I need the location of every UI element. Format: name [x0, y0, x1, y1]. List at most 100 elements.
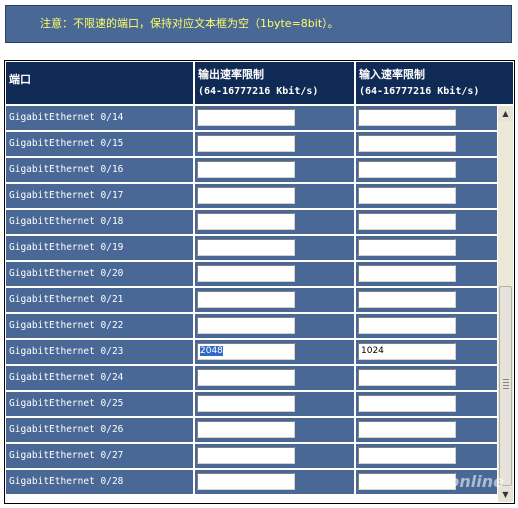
- table-row: GigabitEthernet 0/18: [6, 210, 497, 234]
- grip-line: [503, 379, 509, 380]
- table-row: GigabitEthernet 0/24: [6, 366, 497, 390]
- table-row: GigabitEthernet 0/28: [6, 470, 497, 494]
- egress-cell: [195, 236, 354, 260]
- table-row: GigabitEthernet 0/19: [6, 236, 497, 260]
- arrow-down-icon[interactable]: ▼: [498, 487, 513, 502]
- ingress-cell: [356, 262, 497, 286]
- column-header-port: 端口: [6, 62, 193, 104]
- rate-limit-table: 端口 输出速率限制 (64-16777216 Kbit/s) 输入速率限制 (6…: [4, 60, 515, 504]
- port-name: GigabitEthernet 0/28: [6, 470, 193, 494]
- table-row: GigabitEthernet 0/16: [6, 158, 497, 182]
- ingress-rate-input[interactable]: [358, 135, 456, 152]
- egress-cell: [195, 366, 354, 390]
- ingress-rate-input[interactable]: [358, 473, 456, 490]
- egress-cell: [195, 470, 354, 494]
- port-name: GigabitEthernet 0/24: [6, 366, 193, 390]
- egress-cell: [195, 132, 354, 156]
- egress-cell: [195, 210, 354, 234]
- egress-cell: [195, 392, 354, 416]
- egress-cell: [195, 184, 354, 208]
- egress-rate-input[interactable]: [197, 421, 295, 438]
- egress-rate-input[interactable]: [197, 395, 295, 412]
- column-header-ingress: 输入速率限制 (64-16777216 Kbit/s): [356, 62, 513, 104]
- egress-cell: [195, 262, 354, 286]
- egress-cell: 2048: [195, 340, 354, 364]
- ingress-rate-input[interactable]: [358, 447, 456, 464]
- egress-cell: [195, 444, 354, 468]
- egress-cell: [195, 106, 354, 130]
- egress-rate-input[interactable]: [197, 187, 295, 204]
- port-name: GigabitEthernet 0/17: [6, 184, 193, 208]
- table-body: GigabitEthernet 0/14 GigabitEthernet 0/15…: [6, 106, 497, 502]
- grip-line: [503, 388, 509, 389]
- ingress-cell: [356, 236, 497, 260]
- port-name: GigabitEthernet 0/14: [6, 106, 193, 130]
- table-row: GigabitEthernet 0/17: [6, 184, 497, 208]
- egress-rate-input[interactable]: 2048: [197, 343, 295, 360]
- egress-rate-input[interactable]: [197, 291, 295, 308]
- ingress-cell: [356, 470, 497, 494]
- port-name: GigabitEthernet 0/21: [6, 288, 193, 312]
- ingress-rate-input[interactable]: [358, 395, 456, 412]
- ingress-rate-input[interactable]: [358, 239, 456, 256]
- egress-cell: [195, 314, 354, 338]
- egress-rate-input[interactable]: [197, 369, 295, 386]
- table-header: 端口 输出速率限制 (64-16777216 Kbit/s) 输入速率限制 (6…: [6, 62, 513, 104]
- table-row: GigabitEthernet 0/27: [6, 444, 497, 468]
- ingress-rate-input[interactable]: [358, 161, 456, 178]
- ingress-rate-input[interactable]: [358, 291, 456, 308]
- ingress-rate-input[interactable]: [358, 421, 456, 438]
- egress-rate-input[interactable]: [197, 135, 295, 152]
- ingress-cell: [356, 158, 497, 182]
- egress-range: (64-16777216 Kbit/s): [198, 86, 319, 97]
- scroll-thumb[interactable]: [499, 286, 512, 486]
- port-name: GigabitEthernet 0/16: [6, 158, 193, 182]
- egress-rate-input[interactable]: [197, 265, 295, 282]
- ingress-rate-input[interactable]: [358, 265, 456, 282]
- ingress-cell: [356, 288, 497, 312]
- ingress-rate-input[interactable]: [358, 369, 456, 386]
- ingress-title: 输入速率限制: [359, 68, 425, 81]
- arrow-up-icon[interactable]: ▲: [498, 106, 513, 121]
- grip-line: [503, 382, 509, 383]
- ingress-cell: [356, 132, 497, 156]
- ingress-cell: [356, 314, 497, 338]
- ingress-cell: [356, 392, 497, 416]
- table-row: GigabitEthernet 0/14: [6, 106, 497, 130]
- ingress-rate-input[interactable]: [358, 187, 456, 204]
- ingress-rate-input[interactable]: 1024: [358, 343, 456, 360]
- table-row: GigabitEthernet 0/15: [6, 132, 497, 156]
- ingress-rate-value: 1024: [361, 346, 384, 356]
- ingress-cell: [356, 210, 497, 234]
- port-name: GigabitEthernet 0/20: [6, 262, 193, 286]
- egress-rate-input[interactable]: [197, 161, 295, 178]
- table-row: GigabitEthernet 0/20: [6, 262, 497, 286]
- notice-banner: 注意：不限速的端口，保持对应文本框为空（1byte=8bit）。: [5, 5, 512, 43]
- egress-rate-input[interactable]: [197, 473, 295, 490]
- egress-rate-input[interactable]: [197, 239, 295, 256]
- port-name: GigabitEthernet 0/25: [6, 392, 193, 416]
- port-name: GigabitEthernet 0/22: [6, 314, 193, 338]
- port-name: GigabitEthernet 0/15: [6, 132, 193, 156]
- egress-rate-input[interactable]: [197, 447, 295, 464]
- egress-cell: [195, 418, 354, 442]
- column-header-egress: 输出速率限制 (64-16777216 Kbit/s): [195, 62, 354, 104]
- table-row: GigabitEthernet 0/25: [6, 392, 497, 416]
- ingress-rate-input[interactable]: [358, 109, 456, 126]
- egress-rate-input[interactable]: [197, 317, 295, 334]
- ingress-rate-input[interactable]: [358, 213, 456, 230]
- port-name: GigabitEthernet 0/18: [6, 210, 193, 234]
- egress-rate-input[interactable]: [197, 213, 295, 230]
- ingress-cell: [356, 418, 497, 442]
- table-row: GigabitEthernet 0/26: [6, 418, 497, 442]
- vertical-scrollbar[interactable]: ▲ ▼: [498, 106, 513, 502]
- egress-rate-value: 2048: [200, 346, 223, 356]
- egress-title: 输出速率限制: [198, 68, 264, 81]
- table-row: GigabitEthernet 0/23 2048 1024: [6, 340, 497, 364]
- ingress-rate-input[interactable]: [358, 317, 456, 334]
- egress-rate-input[interactable]: [197, 109, 295, 126]
- ingress-cell: 1024: [356, 340, 497, 364]
- ingress-cell: [356, 366, 497, 390]
- ingress-cell: [356, 444, 497, 468]
- ingress-cell: [356, 106, 497, 130]
